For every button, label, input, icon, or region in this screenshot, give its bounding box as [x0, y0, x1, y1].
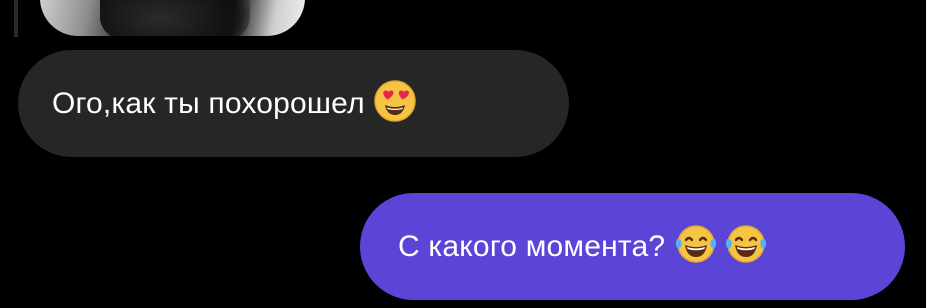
outgoing-message-bubble[interactable]: С какого момента?	[360, 193, 905, 300]
shared-photo-preview[interactable]	[40, 0, 305, 36]
heart-eyes-emoji-icon	[373, 79, 417, 128]
tears-of-joy-emoji-icon	[723, 224, 769, 269]
incoming-message-bubble[interactable]: Ого,как ты похорошел	[18, 50, 569, 157]
reply-indicator-bar	[14, 0, 18, 37]
tears-of-joy-emoji-icon	[673, 224, 719, 269]
chat-thread: Ого,как ты похорошел С какого момента?	[0, 0, 926, 308]
outgoing-message-text: С какого момента?	[398, 229, 666, 263]
photo-content	[100, 0, 250, 36]
incoming-message-text: Ого,как ты похорошел	[52, 86, 365, 120]
